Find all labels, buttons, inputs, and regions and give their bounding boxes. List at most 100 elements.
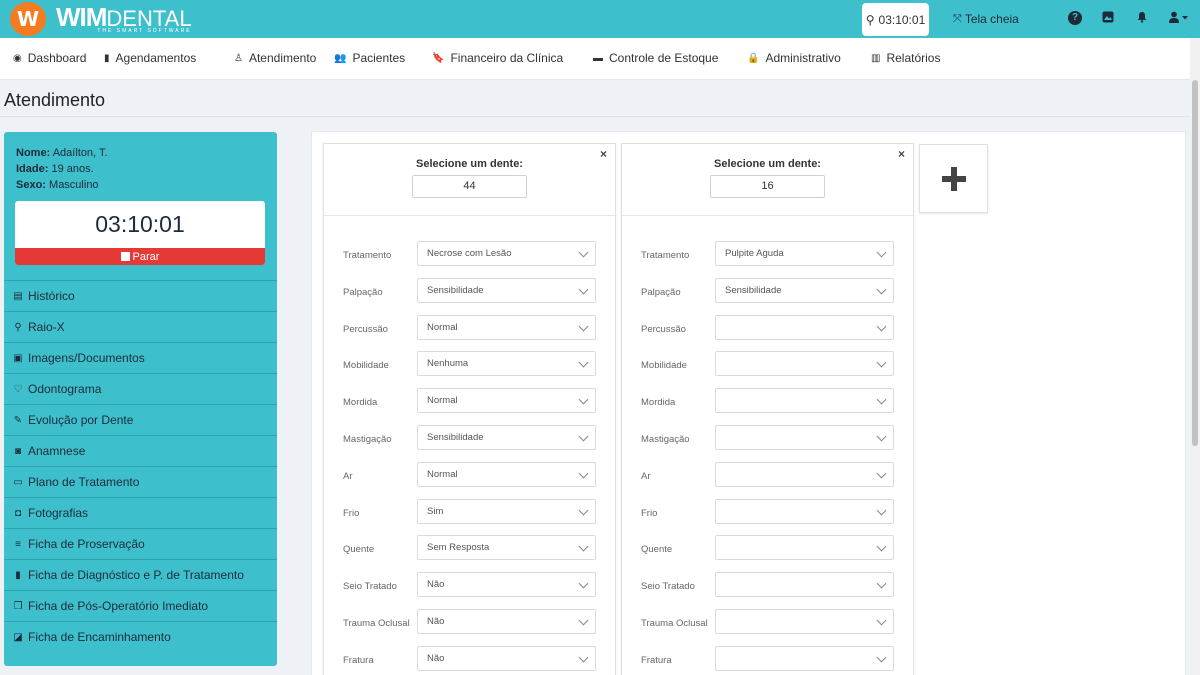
- field-row: Trauma Oclusal: [622, 608, 913, 646]
- field-select[interactable]: Nenhuma: [417, 351, 596, 377]
- field-value: Sensibilidade: [725, 284, 782, 296]
- field-row: Fratura Não: [324, 645, 615, 675]
- clipboard-icon: ▤: [13, 290, 23, 302]
- chevron-down-icon: [578, 394, 589, 405]
- field-select[interactable]: Necrose com Lesão: [417, 241, 596, 266]
- consultation-clock: 03:10:01 Parar: [15, 201, 265, 265]
- tooth-number-input[interactable]: 44: [412, 175, 527, 198]
- bookmark-icon: 🔖: [432, 52, 445, 64]
- patient-sidebar: Nome: Adaílton, T. Idade: 19 anos. Sexo:…: [4, 132, 277, 666]
- field-select[interactable]: Não: [417, 608, 596, 634]
- patient-info: Nome: Adaílton, T. Idade: 19 anos. Sexo:…: [16, 147, 108, 191]
- field-label: Mobilidade: [343, 360, 389, 372]
- nav-agendamentos[interactable]: ▮ Agendamentos: [104, 51, 196, 65]
- card-title: Selecione um dente:: [416, 158, 523, 170]
- field-value: Sensibilidade: [427, 431, 484, 443]
- field-select[interactable]: Pulpite Aguda: [715, 241, 894, 266]
- chevron-down-icon: [876, 652, 887, 663]
- field-value: Não: [427, 579, 445, 591]
- chevron-down-icon: [578, 468, 589, 479]
- scrollbar-thumb[interactable]: [1192, 80, 1198, 446]
- brand-logo[interactable]: W WIMDENTAL THE SMART SOFTWARE: [10, 2, 192, 36]
- sidebar-item-historico[interactable]: ▤ Histórico: [4, 280, 277, 311]
- field-label: Percussão: [343, 323, 388, 335]
- field-select[interactable]: [715, 535, 894, 561]
- field-row: Mordida Normal: [324, 388, 615, 425]
- book-icon: ▮: [104, 52, 110, 64]
- field-select[interactable]: Sensibilidade: [715, 277, 894, 303]
- field-value: Normal: [427, 395, 458, 407]
- nav-pacientes[interactable]: 👥 Pacientes: [334, 51, 405, 65]
- users-icon: 👥: [334, 52, 347, 64]
- nav-estoque[interactable]: ▬ Controle de Estoque: [593, 51, 718, 65]
- fullscreen-button[interactable]: ⤧ Tela cheia: [953, 12, 1019, 26]
- field-select[interactable]: Normal: [417, 388, 596, 414]
- field-select[interactable]: Sem Resposta: [417, 535, 596, 561]
- field-row: Trauma Oclusal Não: [324, 608, 615, 646]
- page-title: Atendimento: [4, 90, 106, 110]
- field-row: Mastigação: [622, 424, 913, 462]
- field-select[interactable]: Não: [417, 572, 596, 598]
- chevron-down-icon: [876, 431, 887, 442]
- page-scrollbar[interactable]: [1190, 38, 1200, 675]
- field-select[interactable]: [715, 351, 894, 377]
- sidebar-item-anamnese[interactable]: ◙ Anamnese: [4, 435, 277, 466]
- sidebar-item-evolucao[interactable]: ✎ Evolução por Dente: [4, 404, 277, 435]
- nav-administrativo[interactable]: 🔒 Administrativo: [747, 51, 841, 65]
- patient-age: 19 anos.: [51, 163, 94, 175]
- patient-name: Adaílton, T.: [52, 147, 108, 159]
- sidebar-item-raio-x[interactable]: ⚲ Raio-X: [4, 311, 277, 342]
- session-timer[interactable]: ⚲ 03:10:01: [862, 3, 929, 36]
- user-icon[interactable]: [1168, 11, 1190, 25]
- chevron-down-icon: [876, 357, 887, 368]
- sidebar-item-proservacao[interactable]: ≡ Ficha de Proservação: [4, 528, 277, 559]
- field-select[interactable]: Sensibilidade: [417, 277, 596, 303]
- book-icon: ▮: [15, 569, 21, 581]
- sidebar-item-pos-operatorio[interactable]: ❐ Ficha de Pós-Operatório Imediato: [4, 590, 277, 621]
- field-select[interactable]: Não: [417, 645, 596, 671]
- field-row: Frio: [622, 498, 913, 536]
- field-label: Mastigação: [641, 433, 690, 445]
- sidebar-item-imagens[interactable]: ▣ Imagens/Documentos: [4, 342, 277, 373]
- field-select[interactable]: [715, 461, 894, 487]
- bell-icon[interactable]: [1135, 11, 1149, 25]
- field-select[interactable]: [715, 498, 894, 524]
- sidebar-item-plano[interactable]: ▭ Plano de Tratamento: [4, 466, 277, 497]
- tooth-card: × Selecione um dente: 16 Tratamento Pulpi…: [621, 143, 914, 675]
- picture-icon[interactable]: [1101, 11, 1115, 25]
- main-nav: ◉ Dashboard ▮ Agendamentos ♙ Atendimento 👥 P…: [0, 38, 1190, 80]
- field-select[interactable]: [715, 388, 894, 414]
- field-select[interactable]: Normal: [417, 461, 596, 487]
- expand-icon: ⤧: [953, 12, 962, 25]
- sidebar-item-encaminhamento[interactable]: ◪ Ficha de Encaminhamento: [4, 621, 277, 652]
- field-select[interactable]: Normal: [417, 314, 596, 340]
- field-select[interactable]: [715, 645, 894, 671]
- field-select[interactable]: Sensibilidade: [417, 424, 596, 450]
- field-value: Normal: [427, 321, 458, 333]
- help-icon[interactable]: ?: [1068, 11, 1082, 25]
- field-value: Não: [427, 652, 445, 664]
- add-tooth-button[interactable]: [919, 144, 988, 213]
- field-row: Seio Tratado: [622, 572, 913, 609]
- field-label: Ar: [343, 470, 353, 482]
- field-select[interactable]: [715, 608, 894, 634]
- field-rows: Tratamento Pulpite Aguda Palpação Sensibili…: [622, 241, 913, 675]
- tooth-number-input[interactable]: 16: [710, 175, 825, 198]
- field-select[interactable]: [715, 572, 894, 598]
- chevron-down-icon: [876, 615, 887, 626]
- nav-relatorios[interactable]: ▥ Relatórios: [871, 51, 940, 65]
- field-row: Ar Normal: [324, 461, 615, 499]
- share-icon: ◪: [13, 631, 23, 643]
- nav-atendimento[interactable]: ♙ Atendimento: [234, 51, 316, 65]
- sidebar-item-diagnostico[interactable]: ▮ Ficha de Diagnóstico e P. de Tratamento: [4, 559, 277, 590]
- field-select[interactable]: Sim: [417, 498, 596, 524]
- sidebar-item-odontograma[interactable]: ♡ Odontograma: [4, 373, 277, 404]
- field-select[interactable]: [715, 424, 894, 450]
- nav-financeiro[interactable]: 🔖 Financeiro da Clínica: [432, 51, 563, 65]
- nav-dashboard[interactable]: ◉ Dashboard: [13, 51, 86, 65]
- field-select[interactable]: [715, 314, 894, 340]
- sidebar-item-fotografias[interactable]: ◘ Fotografias: [4, 497, 277, 528]
- stop-button[interactable]: Parar: [15, 248, 265, 265]
- field-row: Mobilidade Nenhuma: [324, 351, 615, 388]
- field-value: Normal: [427, 468, 458, 480]
